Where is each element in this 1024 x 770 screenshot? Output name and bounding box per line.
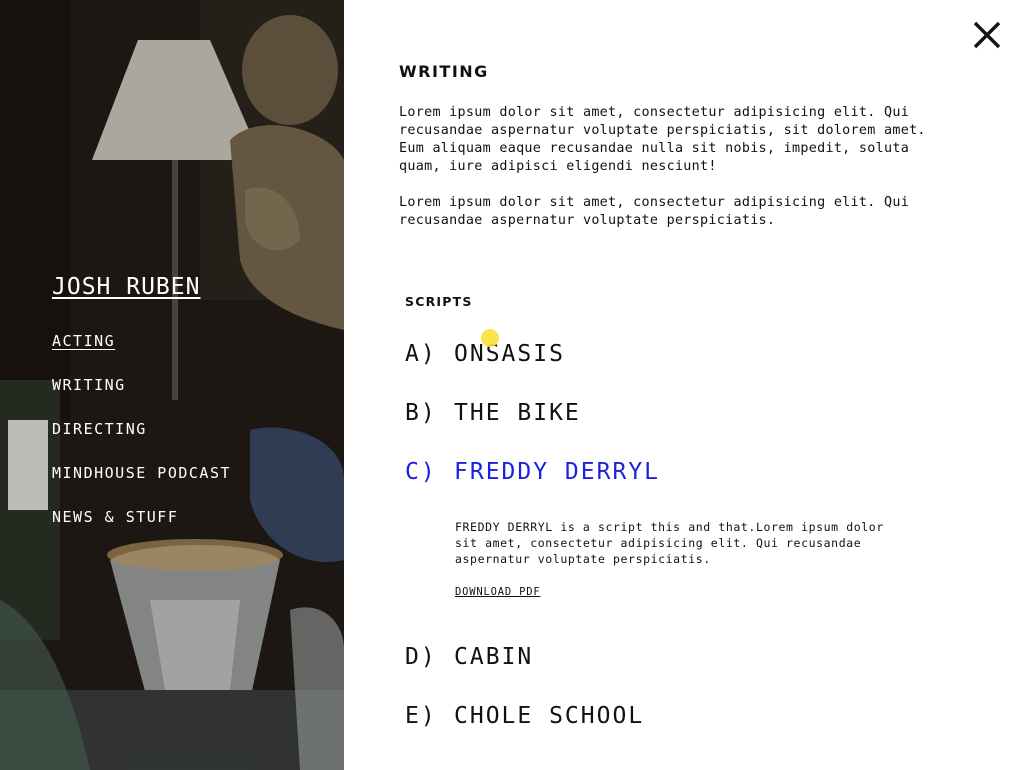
- script-title: ONSASIS: [454, 341, 565, 367]
- cursor-highlight: [481, 329, 499, 347]
- script-detail: FREDDY DERRYL is a script this and that.…: [455, 519, 905, 600]
- site-title[interactable]: JOSH RUBEN: [52, 274, 200, 300]
- script-item-cabin[interactable]: D) CABIN: [405, 644, 533, 670]
- script-letter: D): [405, 644, 437, 670]
- script-title: CABIN: [454, 644, 534, 670]
- script-title: THE BIKE: [454, 400, 581, 426]
- close-button[interactable]: [970, 18, 1004, 52]
- nav-item-mindhouse-podcast[interactable]: MINDHOUSE PODCAST: [52, 463, 231, 507]
- script-letter: B): [405, 400, 437, 426]
- download-pdf-link[interactable]: DOWNLOAD PDF: [455, 584, 540, 600]
- script-letter: A): [405, 341, 437, 367]
- section-title: WRITING: [399, 62, 489, 81]
- nav-item-acting[interactable]: ACTING: [52, 331, 231, 375]
- script-item-the-bike[interactable]: B) THE BIKE: [405, 400, 581, 426]
- script-description: FREDDY DERRYL is a script this and that.…: [455, 520, 884, 566]
- script-item-freddy-derryl[interactable]: C) FREDDY DERRYL: [405, 459, 660, 485]
- script-item-chole-school[interactable]: E) CHOLE SCHOOL: [405, 703, 644, 729]
- intro-paragraph: Lorem ipsum dolor sit amet, consectetur …: [399, 105, 926, 174]
- close-icon: [973, 21, 1001, 49]
- nav-item-news-and-stuff[interactable]: NEWS & STUFF: [52, 507, 231, 551]
- intro-text: Lorem ipsum dolor sit amet, consectetur …: [399, 104, 959, 248]
- scripts-heading: SCRIPTS: [405, 294, 473, 309]
- script-letter: E): [405, 703, 437, 729]
- script-title: FREDDY DERRYL: [454, 459, 661, 485]
- main-nav: ACTING WRITING DIRECTING MINDHOUSE PODCA…: [52, 331, 231, 551]
- intro-paragraph: Lorem ipsum dolor sit amet, consectetur …: [399, 195, 910, 228]
- background-photo-panel: JOSH RUBEN ACTING WRITING DIRECTING MIND…: [0, 0, 344, 770]
- nav-item-directing[interactable]: DIRECTING: [52, 419, 231, 463]
- nav-item-writing[interactable]: WRITING: [52, 375, 231, 419]
- script-letter: C): [405, 459, 437, 485]
- script-title: CHOLE SCHOOL: [454, 703, 645, 729]
